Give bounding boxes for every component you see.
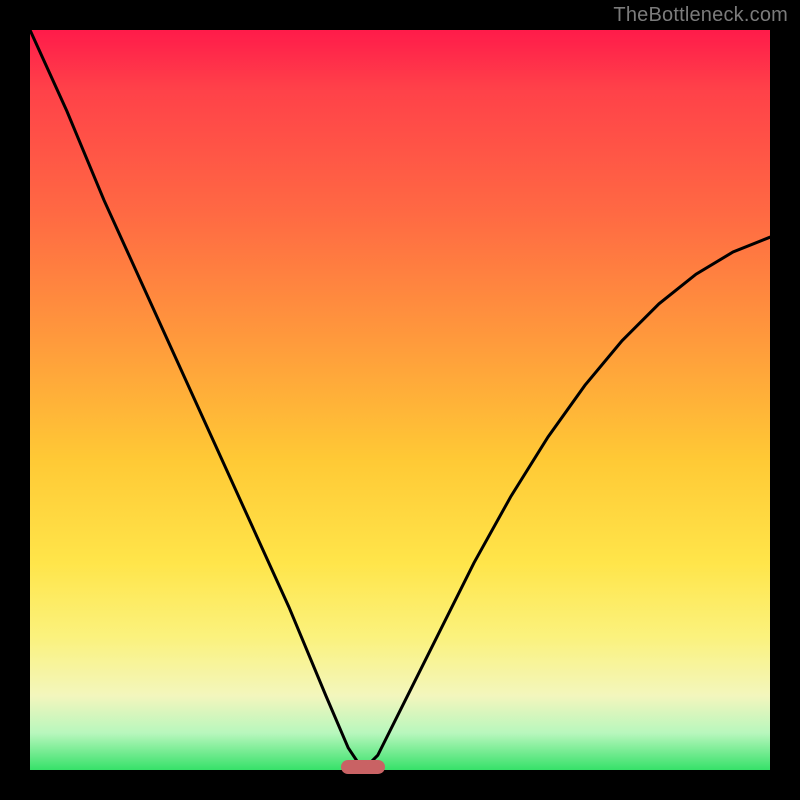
optimal-marker bbox=[341, 760, 385, 774]
curve-path bbox=[30, 30, 770, 770]
watermark-text: TheBottleneck.com bbox=[613, 4, 788, 27]
bottleneck-curve bbox=[30, 30, 770, 770]
plot-area bbox=[30, 30, 770, 770]
chart-frame: TheBottleneck.com bbox=[0, 0, 800, 800]
